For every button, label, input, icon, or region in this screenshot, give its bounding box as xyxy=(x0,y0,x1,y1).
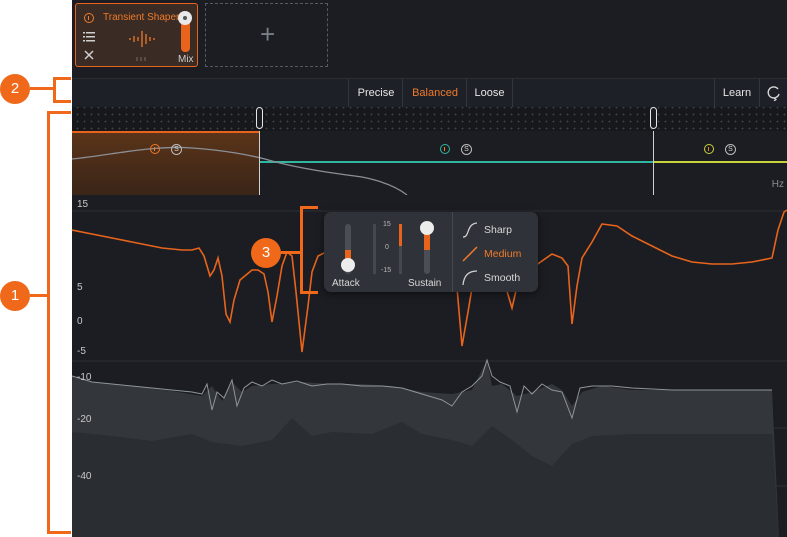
crossover-handle-2[interactable] xyxy=(650,107,657,129)
band-3-power-icon[interactable] xyxy=(704,144,714,154)
band-controls-popup: Attack 15 0 -15 Sustain Sharp Medium Smo… xyxy=(324,212,538,292)
crossover-line-1 xyxy=(259,131,260,195)
callout-3-bracket xyxy=(300,206,303,294)
tick-label-0: 0 xyxy=(77,316,83,327)
mode-loose-button[interactable]: Loose xyxy=(466,79,513,107)
module-card-transient-shaper[interactable]: Transient Shaper Mix xyxy=(75,3,198,67)
callout-badge-2: 2 xyxy=(0,74,30,104)
add-icon: + xyxy=(260,19,276,49)
drag-handle-icon[interactable] xyxy=(136,57,146,61)
callout-1-connector xyxy=(30,294,48,297)
frequency-unit-label: Hz xyxy=(771,179,784,190)
spectrum-trace xyxy=(72,146,408,195)
callout-1-bracket xyxy=(47,111,50,534)
attack-slider-knob[interactable] xyxy=(341,258,355,272)
sharp-curve-icon[interactable] xyxy=(462,222,478,238)
level-meter xyxy=(373,224,376,274)
tick-label-minus-20: -20 xyxy=(77,414,92,425)
callout-2-bracket-top xyxy=(53,77,71,80)
crossover-handle-1[interactable] xyxy=(256,107,263,129)
detection-mode-bar: Precise Balanced Loose Learn xyxy=(72,78,787,108)
tick-label-5: 5 xyxy=(77,282,83,293)
tick-label-minus-10: -10 xyxy=(77,372,92,383)
sustain-slider-knob[interactable] xyxy=(420,221,434,235)
close-icon[interactable] xyxy=(84,50,94,60)
mode-precise-label: Precise xyxy=(357,87,395,99)
band-2-power-icon[interactable] xyxy=(440,144,450,154)
band-3-solo-button[interactable]: S xyxy=(725,144,736,155)
mix-slider-knob[interactable] xyxy=(178,11,192,25)
mix-label: Mix xyxy=(178,54,194,65)
callout-1-bracket-top xyxy=(47,111,71,114)
mode-precise-button[interactable]: Precise xyxy=(348,79,403,107)
callout-2-bracket-bottom xyxy=(53,100,71,103)
medium-curve-icon[interactable] xyxy=(462,246,478,262)
callout-1-bracket-bottom xyxy=(47,531,71,534)
power-icon[interactable] xyxy=(84,13,94,23)
sustain-label: Sustain xyxy=(408,278,442,289)
shape-smooth-option[interactable]: Smooth xyxy=(484,272,520,284)
band-strip: S S S xyxy=(72,131,787,195)
shape-medium-option[interactable]: Medium xyxy=(484,248,521,260)
callout-3-bracket-bottom xyxy=(300,291,318,294)
transient-shaper-app: Transient Shaper Mix + Precise Balanced … xyxy=(72,0,787,537)
shape-sharp-option[interactable]: Sharp xyxy=(484,224,512,236)
waveform-icon xyxy=(129,31,155,47)
refresh-icon[interactable] xyxy=(766,85,782,101)
meter-tick-minus-15: -15 xyxy=(381,267,392,274)
callout-3-connector xyxy=(281,251,301,254)
module-title: Transient Shaper xyxy=(103,12,180,23)
mode-loose-label: Loose xyxy=(474,87,505,99)
callout-2-connector xyxy=(30,87,54,90)
add-module-slot[interactable]: + xyxy=(205,3,328,67)
mode-balanced-label: Balanced xyxy=(412,87,458,99)
band-2-solo-button[interactable]: S xyxy=(461,144,472,155)
gain-meter-fill xyxy=(399,224,402,246)
learn-label: Learn xyxy=(722,87,752,99)
learn-button[interactable]: Learn xyxy=(714,79,760,107)
attack-label: Attack xyxy=(332,278,360,289)
callout-badge-3: 3 xyxy=(251,238,281,268)
tick-label-15: 15 xyxy=(77,199,89,210)
tick-label-minus-5: -5 xyxy=(77,346,86,357)
callout-badge-1: 1 xyxy=(0,281,30,311)
meter-tick-15: 15 xyxy=(383,221,391,228)
band-1-power-icon[interactable] xyxy=(150,144,160,154)
callout-3-bracket-top xyxy=(300,206,318,209)
tick-label-minus-40: -40 xyxy=(77,471,92,482)
popup-divider xyxy=(452,212,453,292)
band-1-solo-button[interactable]: S xyxy=(171,144,182,155)
mode-balanced-button[interactable]: Balanced xyxy=(402,79,467,107)
smooth-curve-icon[interactable] xyxy=(462,270,478,286)
crossover-line-2 xyxy=(653,131,654,195)
meter-tick-0: 0 xyxy=(385,244,389,251)
list-icon[interactable] xyxy=(83,32,95,42)
crossover-ruler[interactable] xyxy=(72,107,787,131)
